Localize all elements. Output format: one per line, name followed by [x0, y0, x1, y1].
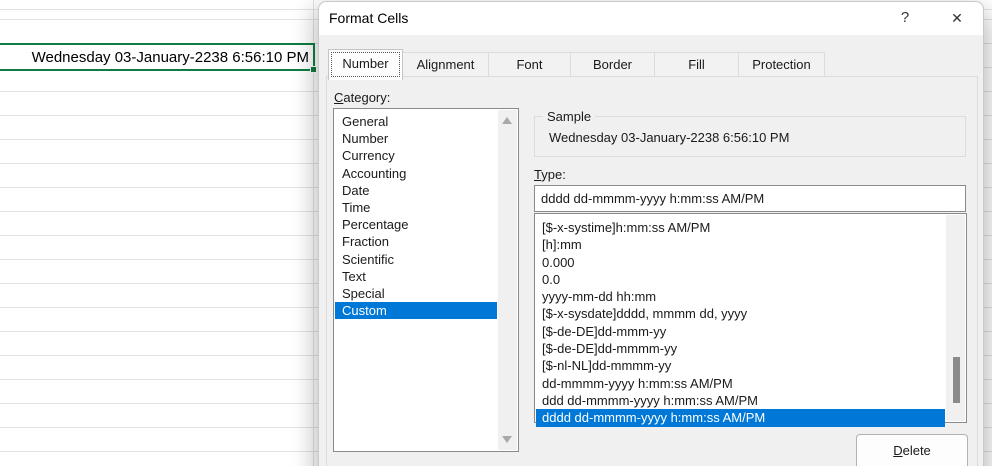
format-cells-dialog: Format Cells ? ✕ Number Alignment Font B… [318, 1, 984, 466]
sample-value: Wednesday 03-January-2238 6:56:10 PM [549, 130, 789, 145]
tab-alignment[interactable]: Alignment [402, 52, 489, 77]
scroll-up-icon[interactable] [502, 117, 512, 124]
category-item[interactable]: Time [335, 199, 497, 216]
tab-font[interactable]: Font [488, 52, 571, 77]
type-item[interactable]: ddd dd-mmmm-yyyy h:mm:ss AM/PM [536, 392, 965, 409]
tab-strip: Number Alignment Font Border Fill Protec… [329, 49, 825, 77]
category-item[interactable]: Percentage [335, 216, 497, 233]
type-label: Type: [534, 167, 566, 182]
type-item[interactable]: yyyy-mm-dd hh:mm [536, 288, 965, 305]
category-item[interactable]: Fraction [335, 233, 497, 250]
category-label: Category: [334, 90, 390, 105]
type-listbox: [$-x-systime]h:mm:ss AM/PM [h]:mm 0.000 … [534, 213, 967, 423]
category-scrollbar[interactable] [498, 110, 517, 450]
type-item[interactable]: [$-de-DE]dd-mmm-yy [536, 323, 965, 340]
type-item[interactable]: [$-de-DE]dd-mmmm-yy [536, 340, 965, 357]
category-item[interactable]: Scientific [335, 251, 497, 268]
category-item[interactable]: Currency [335, 147, 497, 164]
tab-fill[interactable]: Fill [654, 52, 739, 77]
type-input[interactable] [534, 185, 966, 212]
tab-protection[interactable]: Protection [738, 52, 825, 77]
scroll-down-icon[interactable] [502, 436, 512, 443]
category-item[interactable]: General [335, 113, 497, 130]
type-item-selected[interactable]: dddd dd-mmmm-yyyy h:mm:ss AM/PM [536, 409, 945, 426]
help-icon[interactable]: ? [888, 2, 922, 34]
tab-border[interactable]: Border [570, 52, 655, 77]
type-item[interactable]: [$-nl-NL]dd-mmmm-yy [536, 357, 965, 374]
dialog-title: Format Cells [329, 2, 408, 34]
type-item[interactable]: 0.000 [536, 254, 965, 271]
dialog-titlebar: Format Cells ? ✕ [319, 2, 983, 35]
category-item[interactable]: Special [335, 285, 497, 302]
tab-number[interactable]: Number [328, 49, 403, 80]
fill-handle[interactable] [310, 66, 317, 73]
type-scrollbar-thumb[interactable] [953, 357, 960, 403]
type-item[interactable]: [$-x-systime]h:mm:ss AM/PM [536, 219, 965, 236]
category-listbox: General Number Currency Accounting Date … [333, 108, 519, 452]
sample-legend: Sample [543, 109, 595, 124]
category-item[interactable]: Text [335, 268, 497, 285]
category-item[interactable]: Date [335, 182, 497, 199]
sample-groupbox: Sample Wednesday 03-January-2238 6:56:10… [534, 116, 966, 157]
category-item[interactable]: Number [335, 130, 497, 147]
close-icon[interactable]: ✕ [940, 2, 974, 34]
type-item[interactable]: [$-x-sysdate]dddd, mmmm dd, yyyy [536, 305, 965, 322]
selected-cell[interactable]: Wednesday 03-January-2238 6:56:10 PM [0, 43, 315, 71]
type-item[interactable]: dd-mmmm-yyyy h:mm:ss AM/PM [536, 375, 965, 392]
category-item-selected[interactable]: Custom [335, 302, 497, 319]
category-item[interactable]: Accounting [335, 165, 497, 182]
type-item[interactable]: [h]:mm [536, 236, 965, 253]
cell-value: Wednesday 03-January-2238 6:56:10 PM [32, 49, 309, 66]
type-item[interactable]: 0.0 [536, 271, 965, 288]
delete-button[interactable]: Delete [856, 434, 968, 466]
